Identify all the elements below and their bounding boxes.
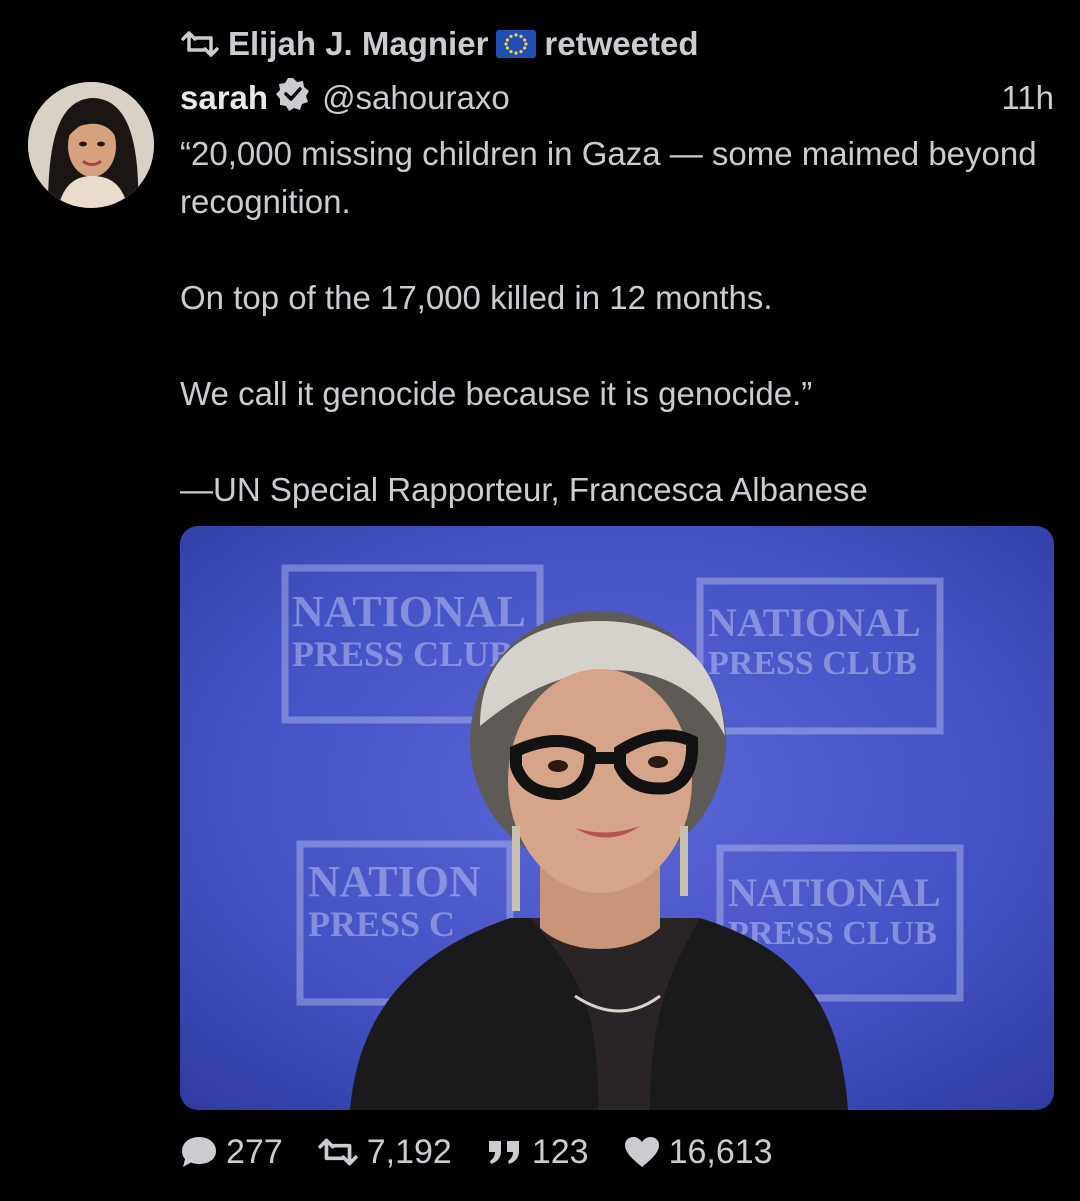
eu-flag-icon: [496, 30, 537, 58]
retweet-banner[interactable]: Elijah J. Magnier retweeted: [180, 22, 698, 66]
svg-text:NATIONAL: NATIONAL: [728, 870, 941, 915]
svg-text:PRESS CLUB: PRESS CLUB: [292, 634, 513, 674]
display-name[interactable]: sarah: [180, 79, 268, 117]
reply-count: 277: [226, 1132, 283, 1171]
svg-text:NATIONAL: NATIONAL: [292, 587, 526, 636]
like-count: 16,613: [668, 1132, 773, 1171]
retweeter-name[interactable]: Elijah J. Magnier: [228, 25, 488, 63]
svg-text:NATION: NATION: [308, 857, 481, 906]
heart-icon: [623, 1135, 661, 1169]
tweet-actions-bar: 277 7,192 123 16,613: [180, 1128, 807, 1176]
tweet-timestamp[interactable]: 11h: [1001, 79, 1054, 117]
svg-text:NATIONAL: NATIONAL: [708, 600, 921, 645]
tweet-text: “20,000 missing children in Gaza — some …: [180, 135, 1037, 508]
quote-icon: [486, 1137, 524, 1167]
reply-bubble-icon: [180, 1135, 218, 1169]
quote-count: 123: [531, 1132, 589, 1171]
retweet-button[interactable]: 7,192: [317, 1133, 452, 1172]
avatar-image: [28, 82, 154, 208]
svg-text:PRESS C: PRESS C: [308, 904, 455, 944]
verified-badge-icon: [276, 77, 310, 119]
tweet-header: sarah @sahouraxo 11h: [180, 76, 1054, 120]
quote-button[interactable]: 123: [486, 1133, 589, 1172]
retweet-icon: [317, 1136, 359, 1168]
photo-albanese-press-club: NATIONAL PRESS CLUB NATIONAL PRESS CLUB …: [180, 526, 1054, 1110]
avatar[interactable]: [28, 82, 154, 208]
retweeted-label: retweeted: [544, 25, 699, 62]
retweet-count: 7,192: [366, 1132, 452, 1171]
svg-text:PRESS CLUB: PRESS CLUB: [708, 645, 917, 682]
tweet-media-image[interactable]: NATIONAL PRESS CLUB NATIONAL PRESS CLUB …: [180, 526, 1054, 1110]
retweet-icon: [180, 29, 220, 59]
user-handle[interactable]: @sahouraxo: [322, 79, 510, 117]
reply-button[interactable]: 277: [180, 1133, 283, 1172]
like-button[interactable]: 16,613: [623, 1133, 773, 1172]
